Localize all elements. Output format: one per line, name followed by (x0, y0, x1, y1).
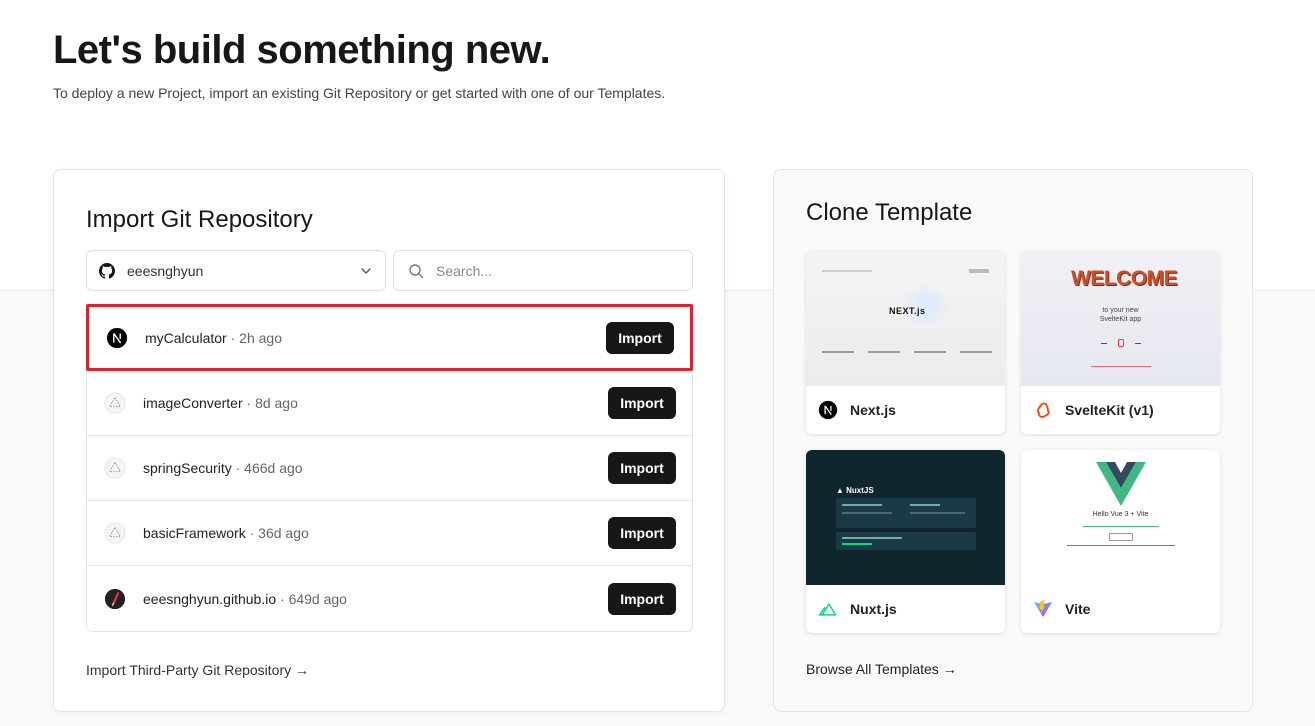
repo-name: imageConverter (143, 395, 243, 411)
git-owner-name: eeesnghyun (127, 262, 204, 279)
hero: Let's build something new. To deploy a n… (53, 28, 665, 101)
repo-search-box[interactable] (393, 250, 693, 291)
template-label: Next.js (850, 402, 896, 418)
import-button[interactable]: Import (608, 387, 676, 419)
template-thumbnail-vite: Hello Vue 3 + Vite (1021, 450, 1220, 585)
repo-name: basicFramework (143, 525, 246, 541)
repo-title: imageConverter · 8d ago (143, 395, 298, 411)
search-icon (408, 263, 424, 279)
template-thumbnail-nextjs: NEXT.js (806, 251, 1005, 386)
repo-name: myCalculator (145, 329, 227, 346)
vercel-triangle-icon (103, 521, 127, 545)
template-card-vite[interactable]: Hello Vue 3 + Vite Vite (1021, 450, 1220, 633)
repo-row-github-io: eeesnghyun.github.io · 649d ago Import (87, 566, 692, 631)
jekyll-icon (103, 587, 127, 611)
vue-logo-icon (1096, 462, 1146, 511)
repo-updated: 466d ago (244, 460, 303, 476)
template-footer: Nuxt.js (806, 585, 1005, 633)
import-third-party-link[interactable]: Import Third-Party Git Repository → (86, 662, 309, 678)
repo-updated: 2h ago (239, 329, 282, 346)
vite-icon (1033, 599, 1053, 619)
import-button[interactable]: Import (608, 452, 676, 484)
nextjs-icon (818, 400, 838, 420)
repository-list: myCalculator · 2h ago Import imageConver… (86, 304, 693, 632)
page-subtitle: To deploy a new Project, import an exist… (53, 85, 666, 101)
template-footer: SvelteKit (v1) (1021, 386, 1220, 434)
import-button[interactable]: Import (606, 321, 674, 354)
repo-row-springsecurity: springSecurity · 466d ago Import (87, 436, 692, 501)
template-thumbnail-sveltekit: WELCOME to your new SvelteKit app (1021, 251, 1220, 386)
repo-name: springSecurity (143, 460, 232, 476)
import-button[interactable]: Import (608, 517, 676, 549)
nuxt-brand-text: ▲ NuxtJS (836, 486, 874, 495)
repo-title: myCalculator · 2h ago (145, 329, 282, 346)
template-label: Vite (1065, 601, 1091, 617)
repo-row-basicframework: basicFramework · 36d ago Import (87, 501, 692, 566)
template-card-nuxtjs[interactable]: ▲ NuxtJS Nuxt.js (806, 450, 1005, 633)
template-footer: Next.js (806, 386, 1005, 434)
template-card-sveltekit[interactable]: WELCOME to your new SvelteKit app Svelte… (1021, 251, 1220, 434)
git-owner-select[interactable]: eeesnghyun (86, 250, 386, 291)
import-button[interactable]: Import (608, 582, 676, 615)
repo-title: eeesnghyun.github.io · 649d ago (143, 590, 347, 607)
browse-all-templates-link[interactable]: Browse All Templates → (806, 661, 957, 677)
repo-updated: 8d ago (255, 395, 298, 411)
repo-search-input[interactable] (436, 262, 678, 279)
repo-updated: 649d ago (288, 590, 347, 607)
svelte-welcome-text: WELCOME (1071, 267, 1178, 290)
template-thumbnail-nuxtjs: ▲ NuxtJS (806, 450, 1005, 585)
repo-row-imageconverter: imageConverter · 8d ago Import (87, 371, 692, 436)
clone-template-card: Clone Template NEXT.js Next.js WELCOME t (773, 169, 1253, 712)
import-repository-card: Import Git Repository eeesnghyun myCalcu… (53, 169, 725, 712)
repo-title: basicFramework · 36d ago (143, 525, 309, 541)
import-card-title: Import Git Repository (86, 206, 313, 233)
chevron-down-icon (359, 264, 373, 278)
clone-template-title: Clone Template (806, 199, 973, 226)
repo-title: springSecurity · 466d ago (143, 460, 303, 476)
repo-row-mycalculator: myCalculator · 2h ago Import (86, 304, 693, 371)
svelte-icon (1033, 400, 1053, 420)
template-card-nextjs[interactable]: NEXT.js Next.js (806, 251, 1005, 434)
vercel-triangle-icon (103, 456, 127, 480)
nextjs-icon (105, 326, 129, 350)
next-logo-text: NEXT.js (889, 306, 926, 316)
template-label: Nuxt.js (850, 601, 897, 617)
page-title: Let's build something new. (53, 28, 551, 72)
template-footer: Vite (1021, 585, 1220, 633)
template-label: SvelteKit (v1) (1065, 402, 1154, 418)
vercel-triangle-icon (103, 391, 127, 415)
nuxt-icon (818, 599, 838, 619)
github-icon (99, 262, 115, 279)
repo-updated: 36d ago (258, 525, 309, 541)
repo-name: eeesnghyun.github.io (143, 590, 277, 607)
vite-heading-text: Hello Vue 3 + Vite (1092, 511, 1149, 518)
